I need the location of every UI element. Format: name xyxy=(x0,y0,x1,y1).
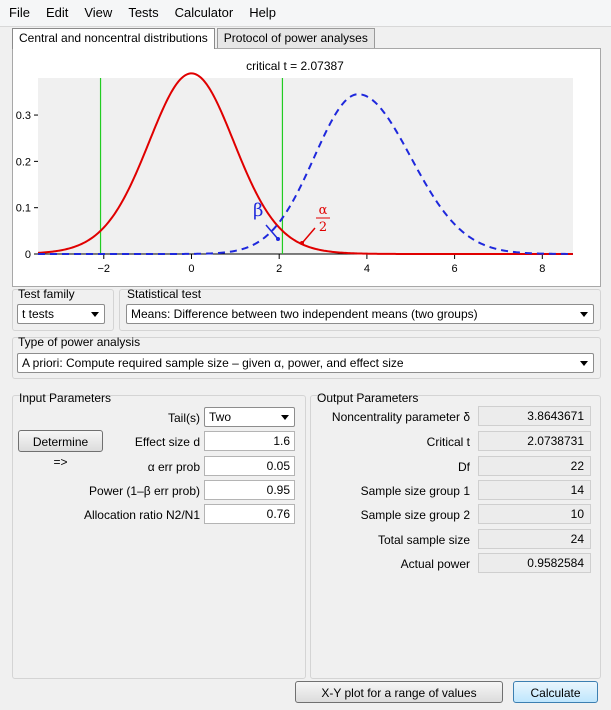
y-tick-label: 0.1 xyxy=(16,203,31,215)
tab-central-distributions[interactable]: Central and noncentral distributions xyxy=(12,28,215,49)
menu-edit[interactable]: Edit xyxy=(38,0,76,26)
x-tick-label: −2 xyxy=(98,263,111,275)
sample-size-group1-value: 14 xyxy=(478,480,591,500)
tab-strip: Central and noncentral distributions Pro… xyxy=(12,28,377,49)
actual-power-label: Actual power xyxy=(400,557,470,571)
menu-help[interactable]: Help xyxy=(241,0,284,26)
distribution-plot-panel: critical t = 2.07387 −2 0 2 4 6 8 0 0.1 0.2 0.3 β… xyxy=(12,48,601,287)
noncentrality-label: Noncentrality parameter δ xyxy=(331,410,470,424)
tails-select[interactable]: Two xyxy=(204,407,295,427)
critical-t-value: 2.0738731 xyxy=(478,431,591,451)
test-family-label: Test family xyxy=(18,287,75,301)
menu-view[interactable]: View xyxy=(76,0,120,26)
effect-size-input[interactable]: 1.6 xyxy=(204,431,295,451)
allocation-ratio-input[interactable]: 0.76 xyxy=(204,504,295,524)
calculate-button[interactable]: Calculate xyxy=(513,681,598,703)
test-family-select[interactable]: t tests xyxy=(17,304,105,324)
power-analysis-value: A priori: Compute required sample size –… xyxy=(22,356,404,370)
effect-size-label: Effect size d xyxy=(134,435,200,449)
total-sample-size-label: Total sample size xyxy=(377,533,470,547)
chevron-down-icon xyxy=(90,305,100,323)
x-tick-label: 6 xyxy=(452,263,458,275)
tails-label: Tail(s) xyxy=(168,411,200,425)
beta-label: β xyxy=(253,200,263,221)
chevron-down-icon xyxy=(579,305,589,323)
output-parameters-title: Output Parameters xyxy=(317,391,419,405)
x-tick-label: 4 xyxy=(364,263,370,275)
alpha-err-input[interactable]: 0.05 xyxy=(204,456,295,476)
plot-title: critical t = 2.07387 xyxy=(246,59,344,73)
sample-size-group2-label: Sample size group 2 xyxy=(360,508,470,522)
df-label: Df xyxy=(458,460,470,474)
x-tick-label: 8 xyxy=(539,263,545,275)
y-tick-label: 0.2 xyxy=(16,156,31,168)
chevron-down-icon xyxy=(280,408,290,426)
actual-power-value: 0.9582584 xyxy=(478,553,591,573)
x-tick-label: 2 xyxy=(276,263,282,275)
y-tick-label: 0.3 xyxy=(16,110,31,122)
allocation-ratio-label: Allocation ratio N2/N1 xyxy=(83,508,200,522)
sample-size-group1-label: Sample size group 1 xyxy=(360,484,470,498)
power-label: Power (1–β err prob) xyxy=(89,484,200,498)
menu-file[interactable]: File xyxy=(0,0,38,26)
beta-pointer-dot xyxy=(276,237,280,241)
statistical-test-label: Statistical test xyxy=(127,287,202,301)
test-family-value: t tests xyxy=(22,307,55,321)
alpha-err-label: α err prob xyxy=(147,460,200,474)
power-analysis-label: Type of power analysis xyxy=(18,335,141,349)
alpha-pointer-dot xyxy=(300,241,304,245)
statistical-test-value: Means: Difference between two independen… xyxy=(131,307,478,321)
menu-bar: File Edit View Tests Calculator Help xyxy=(0,0,611,27)
determine-button[interactable]: Determine => xyxy=(18,430,103,469)
distribution-plot: critical t = 2.07387 −2 0 2 4 6 8 0 0.1 0.2 0.3 β… xyxy=(16,59,573,275)
y-tick-label: 0 xyxy=(25,249,31,261)
sample-size-group2-value: 10 xyxy=(478,504,591,524)
total-sample-size-value: 24 xyxy=(478,529,591,549)
power-input[interactable]: 0.95 xyxy=(204,480,295,500)
critical-t-label: Critical t xyxy=(426,435,470,449)
power-analysis-select[interactable]: A priori: Compute required sample size –… xyxy=(17,353,594,373)
tab-protocol[interactable]: Protocol of power analyses xyxy=(216,28,375,48)
alpha-numerator: α xyxy=(319,203,328,218)
statistical-test-select[interactable]: Means: Difference between two independen… xyxy=(126,304,594,324)
menu-tests[interactable]: Tests xyxy=(120,0,166,26)
noncentrality-value: 3.8643671 xyxy=(478,406,591,426)
x-tick-label: 0 xyxy=(188,263,194,275)
df-value: 22 xyxy=(478,456,591,476)
input-parameters-title: Input Parameters xyxy=(19,391,112,405)
xy-plot-button[interactable]: X-Y plot for a range of values xyxy=(295,681,503,703)
menu-calculator[interactable]: Calculator xyxy=(167,0,242,26)
tails-value: Two xyxy=(209,410,232,424)
chevron-down-icon xyxy=(579,354,589,372)
plot-area xyxy=(38,78,573,254)
alpha-denominator: 2 xyxy=(319,220,327,235)
